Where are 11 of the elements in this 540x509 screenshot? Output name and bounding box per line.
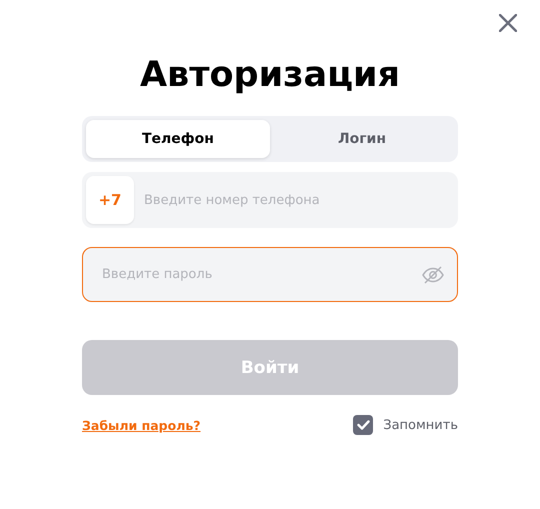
- remember-checkbox[interactable]: [353, 415, 374, 435]
- phone-input[interactable]: Введите номер телефона: [134, 192, 454, 208]
- dialog-title: Авторизация: [140, 54, 400, 97]
- close-icon: [499, 14, 517, 32]
- check-icon: [356, 420, 370, 430]
- password-input[interactable]: Введите пароль: [93, 267, 421, 282]
- country-code: +7: [86, 176, 134, 224]
- tab[interactable]: Телефон: [86, 120, 270, 158]
- remember-label: Запомнить: [383, 418, 458, 432]
- forgot-password-link[interactable]: Забыли пароль?: [82, 418, 201, 432]
- tab[interactable]: Логин: [270, 120, 454, 158]
